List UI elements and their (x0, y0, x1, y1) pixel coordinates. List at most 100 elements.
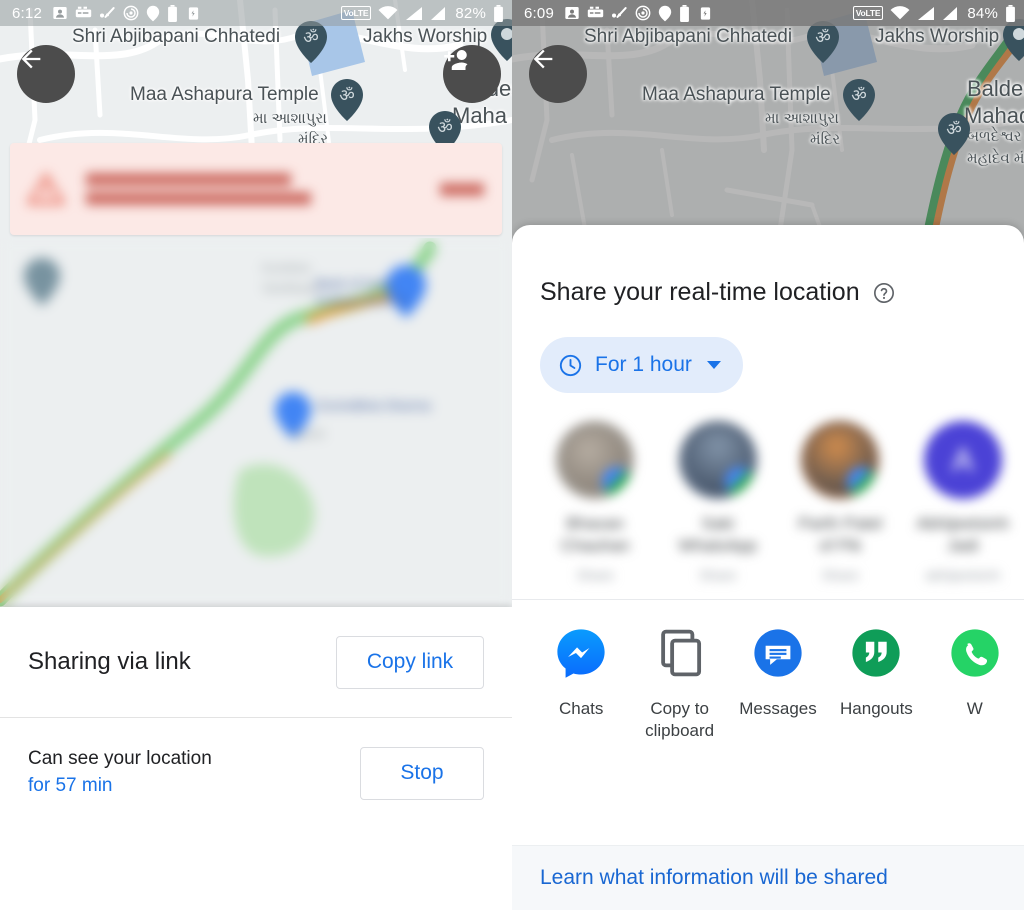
avatar: A (923, 421, 1002, 499)
left-bottom-sheet: Sharing via link Copy link Can see your … (0, 607, 512, 910)
messenger-icon (557, 628, 605, 678)
edit-location-icon (611, 6, 628, 21)
share-app-label: Messages (739, 698, 817, 718)
avatar (801, 421, 880, 499)
google-badge-icon (724, 467, 755, 497)
warning-banner-blurred-content (28, 167, 484, 211)
avatar (678, 421, 757, 499)
map-label-gujarati: મંદિર (810, 131, 841, 148)
add-person-button[interactable] (443, 45, 501, 103)
subtitles-icon (75, 6, 92, 20)
status-bar-left: 6:12 VoLTE 82% (0, 0, 512, 26)
map-label: Shri Abjibapani Chhatedi (584, 26, 793, 47)
temple-pin-icon[interactable]: ॐ (842, 78, 876, 122)
warning-banner-message (86, 167, 418, 211)
help-circle-icon[interactable] (873, 282, 895, 304)
contact-blurred-content: Parth Patel of Pik Share (779, 421, 902, 583)
back-arrow-icon (533, 49, 553, 69)
contact-blurred-content: Saki WhatsApp Share (657, 421, 780, 583)
map-label: Baldes (967, 76, 1024, 101)
can-see-location-text: Can see your location for 57 min (28, 746, 212, 800)
vibrate-icon (185, 6, 202, 21)
sharing-via-link-row: Sharing via link Copy link (0, 607, 512, 717)
screenshot-icon (123, 5, 139, 21)
temple-pin-icon[interactable]: ॐ (330, 78, 364, 122)
contact-sub: Share (576, 566, 614, 583)
contact-blurred-content: Bhavan Chauhan Share (534, 421, 657, 583)
copy-icon (660, 629, 701, 676)
svg-text:ॐ: ॐ (339, 86, 355, 105)
share-app-whatsapp[interactable]: W (926, 626, 1024, 743)
svg-text:ॐ: ॐ (946, 120, 962, 139)
map-label-gujarati: બળદેશ્વર મ (967, 128, 1024, 145)
stop-sharing-button[interactable]: Stop (360, 746, 484, 800)
can-see-location-title: Can see your location (28, 748, 212, 770)
edit-location-icon (99, 6, 116, 21)
share-app-label: W (966, 698, 983, 718)
signal-1-icon (917, 6, 935, 21)
vibrate-icon (697, 6, 714, 21)
learn-more-link[interactable]: Learn what information will be shared (540, 866, 888, 890)
status-bar-right: 6:09 VoLTE 84% (512, 0, 1024, 26)
volte-badge: VoLTE (340, 5, 372, 21)
add-person-icon (444, 50, 468, 70)
share-app-messages[interactable]: Messages (729, 626, 827, 743)
contact-blurred-content: A Abhijeetsinh Jadi abhijeetsinh (902, 421, 1024, 583)
share-app-chats[interactable]: Chats (532, 626, 630, 743)
whatsapp-icon (951, 628, 999, 677)
left-screenshot-panel: Bank of India Kothara Branch Govindbhai … (0, 0, 512, 910)
map-blur-overlay (0, 238, 512, 607)
wifi-icon (378, 5, 398, 21)
contact-sub: Share (699, 566, 737, 583)
battery-saver-icon (167, 4, 178, 22)
battery-icon (493, 4, 504, 22)
contact-item[interactable]: A Abhijeetsinh Jadi abhijeetsinh (902, 421, 1024, 583)
warning-banner-action[interactable] (440, 182, 484, 196)
contact-item[interactable]: Saki WhatsApp Share (657, 421, 780, 583)
map-canvas-left[interactable]: Bank of India Kothara Branch Govindbhai … (0, 0, 512, 607)
share-app-label: Copy to clipboard (645, 698, 715, 740)
screenshot-icon (635, 5, 651, 21)
temple-pin-icon[interactable]: ॐ (294, 20, 328, 64)
contact-item[interactable]: Bhavan Chauhan Share (534, 421, 657, 583)
share-app-copy[interactable]: Copy to clipboard (630, 626, 728, 743)
chevron-down-icon (706, 361, 721, 369)
contacts-row: BhavanChauhan Share SakiWhatsApp Share (534, 393, 1024, 583)
share-location-sheet: Share your real-time location For 1 hour (512, 225, 1024, 910)
location-pin-icon (146, 5, 160, 22)
contact-name: Abhijeetsinh Jadi (916, 514, 1010, 555)
learn-more-bar[interactable]: Learn what information will be shared (512, 845, 1024, 910)
contact-item[interactable]: Parth Patel of Pik Share (779, 421, 902, 583)
battery-icon (1005, 4, 1016, 22)
battery-percent: 82% (455, 4, 486, 22)
map-label-gujarati: મા આશાપુરા (253, 110, 327, 127)
map-label-gujarati: મા આશાપુરા (765, 110, 839, 127)
signal-1-icon (405, 6, 423, 21)
contact-name: Parth Patel of Pik (798, 514, 883, 555)
svg-text:ॐ: ॐ (303, 28, 319, 47)
back-button[interactable] (17, 45, 75, 103)
temple-pin-icon[interactable]: ॐ (806, 20, 840, 64)
share-apps-row: Chats Copy to clipboard Messages Hangout… (532, 600, 1024, 743)
map-label: Shri Abjibapani Chhatedi (72, 26, 281, 47)
share-app-hangouts[interactable]: Hangouts (827, 626, 925, 743)
copy-link-button[interactable]: Copy link (336, 635, 484, 689)
contact-name: Saki WhatsApp (678, 514, 757, 555)
contact-icon (52, 5, 68, 21)
can-see-location-row: Can see your location for 57 min Stop (0, 718, 512, 828)
map-label: Mahad (964, 103, 1024, 128)
map-label: Maa Ashapura Temple (130, 84, 319, 105)
share-app-label: Hangouts (840, 698, 913, 718)
back-button[interactable] (529, 45, 587, 103)
map-label: Maa Ashapura Temple (642, 84, 831, 105)
duration-chip[interactable]: For 1 hour (540, 337, 743, 393)
messages-icon (754, 628, 802, 677)
contact-sub: abhijeetsinh (925, 566, 1001, 583)
share-app-label: Chats (558, 698, 604, 718)
sharing-via-link-title: Sharing via link (28, 648, 191, 675)
avatar (556, 421, 635, 499)
can-see-location-duration: for 57 min (28, 775, 113, 796)
location-sharing-warning-banner[interactable] (10, 143, 502, 235)
temple-pin-icon[interactable]: ॐ (937, 112, 971, 156)
signal-2-icon (942, 6, 958, 21)
